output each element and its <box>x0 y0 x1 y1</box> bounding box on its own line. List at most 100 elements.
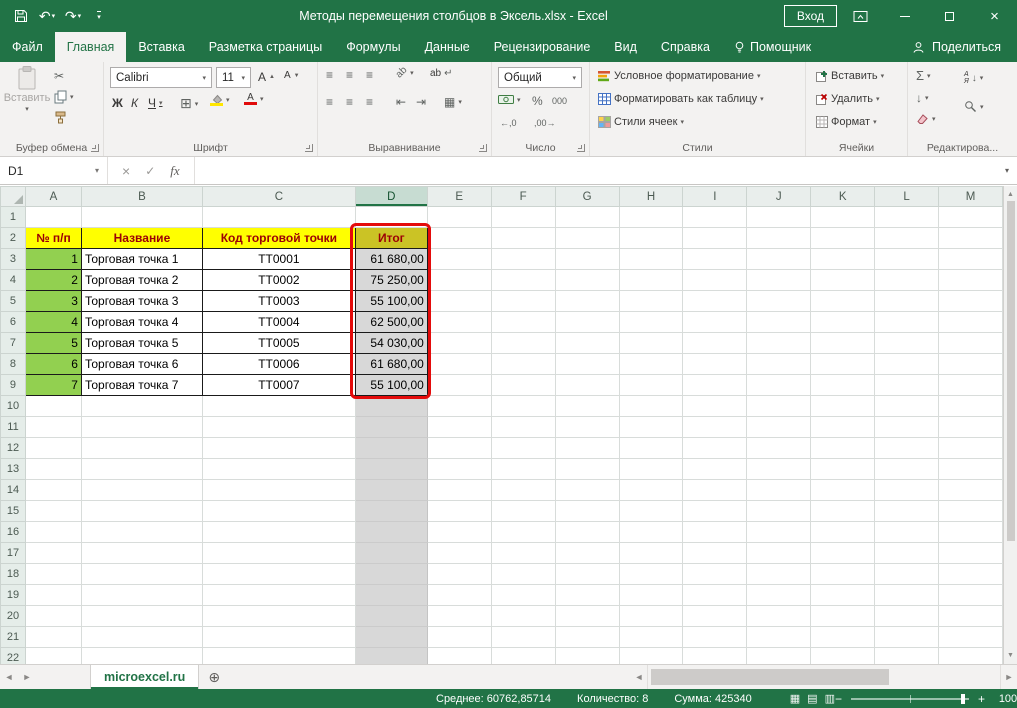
cell-I5[interactable] <box>683 291 747 312</box>
conditional-formatting-button[interactable]: Условное форматирование ▾ <box>598 70 760 82</box>
cell-D22[interactable] <box>355 648 427 665</box>
row-header-18[interactable]: 18 <box>1 564 26 585</box>
cell-F22[interactable] <box>491 648 555 665</box>
cell-B8[interactable]: Торговая точка 6 <box>81 354 202 375</box>
accounting-format-button[interactable]: ▾ <box>498 94 521 105</box>
wrap-text-button[interactable]: ab↵ <box>430 68 453 79</box>
cell-C7[interactable]: ТТ0005 <box>202 333 355 354</box>
normal-view-icon[interactable]: ▦ <box>790 692 800 705</box>
cell-I14[interactable] <box>683 480 747 501</box>
cell-M7[interactable] <box>939 333 1003 354</box>
cell-A5[interactable]: 3 <box>25 291 81 312</box>
cell-M9[interactable] <box>939 375 1003 396</box>
cell-A11[interactable] <box>25 417 81 438</box>
cell-I12[interactable] <box>683 438 747 459</box>
zoom-in-icon[interactable]: + <box>978 692 985 706</box>
cell-B5[interactable]: Торговая точка 3 <box>81 291 202 312</box>
cell-F21[interactable] <box>491 627 555 648</box>
row-header-17[interactable]: 17 <box>1 543 26 564</box>
row-header-5[interactable]: 5 <box>1 291 26 312</box>
cell-I21[interactable] <box>683 627 747 648</box>
cell-L9[interactable] <box>875 375 939 396</box>
cell-I15[interactable] <box>683 501 747 522</box>
align-left-button[interactable]: ≡ <box>326 95 333 109</box>
cut-button[interactable]: ✂ <box>54 69 64 83</box>
cell-E7[interactable] <box>427 333 491 354</box>
ribbon-tab[interactable]: Вставка <box>126 32 196 62</box>
cell-H16[interactable] <box>619 522 683 543</box>
cell-K22[interactable] <box>811 648 875 665</box>
cell-C10[interactable] <box>202 396 355 417</box>
cell-H11[interactable] <box>619 417 683 438</box>
cell-A20[interactable] <box>25 606 81 627</box>
cell-L3[interactable] <box>875 249 939 270</box>
cell-G9[interactable] <box>555 375 619 396</box>
cell-K3[interactable] <box>811 249 875 270</box>
cell-H21[interactable] <box>619 627 683 648</box>
cell-I10[interactable] <box>683 396 747 417</box>
clear-button[interactable]: ▾ <box>916 113 936 124</box>
cell-B2[interactable]: Название <box>81 228 202 249</box>
cell-H4[interactable] <box>619 270 683 291</box>
cell-I17[interactable] <box>683 543 747 564</box>
fill-button[interactable]: ↓▾ <box>916 91 929 105</box>
cell-M18[interactable] <box>939 564 1003 585</box>
cell-E6[interactable] <box>427 312 491 333</box>
cell-H9[interactable] <box>619 375 683 396</box>
cell-B19[interactable] <box>81 585 202 606</box>
cell-K7[interactable] <box>811 333 875 354</box>
row-header-1[interactable]: 1 <box>1 207 26 228</box>
cell-E8[interactable] <box>427 354 491 375</box>
column-header-H[interactable]: H <box>619 187 683 207</box>
cell-G10[interactable] <box>555 396 619 417</box>
row-header-11[interactable]: 11 <box>1 417 26 438</box>
cell-E9[interactable] <box>427 375 491 396</box>
cell-G3[interactable] <box>555 249 619 270</box>
cell-D10[interactable] <box>355 396 427 417</box>
cell-M21[interactable] <box>939 627 1003 648</box>
cell-C6[interactable]: ТТ0004 <box>202 312 355 333</box>
cell-J17[interactable] <box>747 543 811 564</box>
cell-D2[interactable]: Итог <box>355 228 427 249</box>
cell-A3[interactable]: 1 <box>25 249 81 270</box>
cell-G7[interactable] <box>555 333 619 354</box>
cell-F14[interactable] <box>491 480 555 501</box>
cell-G16[interactable] <box>555 522 619 543</box>
undo-dropdown-icon[interactable]: ▾ <box>52 12 56 20</box>
hscroll-right-icon[interactable]: ► <box>1001 665 1017 689</box>
cell-M3[interactable] <box>939 249 1003 270</box>
cell-D17[interactable] <box>355 543 427 564</box>
cell-D20[interactable] <box>355 606 427 627</box>
cell-K9[interactable] <box>811 375 875 396</box>
name-box-dropdown-icon[interactable]: ▾ <box>95 166 99 175</box>
cell-J19[interactable] <box>747 585 811 606</box>
cell-C1[interactable] <box>202 207 355 228</box>
cell-K11[interactable] <box>811 417 875 438</box>
cell-E20[interactable] <box>427 606 491 627</box>
column-header-C[interactable]: C <box>202 187 355 207</box>
cell-F11[interactable] <box>491 417 555 438</box>
cell-D6[interactable]: 62 500,00 <box>355 312 427 333</box>
cell-A6[interactable]: 4 <box>25 312 81 333</box>
cell-E14[interactable] <box>427 480 491 501</box>
cell-I20[interactable] <box>683 606 747 627</box>
cell-G15[interactable] <box>555 501 619 522</box>
cell-J7[interactable] <box>747 333 811 354</box>
cell-D5[interactable]: 55 100,00 <box>355 291 427 312</box>
cell-K21[interactable] <box>811 627 875 648</box>
cell-J5[interactable] <box>747 291 811 312</box>
cell-styles-button[interactable]: Стили ячеек ▾ <box>598 116 684 128</box>
cell-H2[interactable] <box>619 228 683 249</box>
cell-L11[interactable] <box>875 417 939 438</box>
cell-I3[interactable] <box>683 249 747 270</box>
align-middle-button[interactable]: ≡ <box>346 68 353 82</box>
cell-K6[interactable] <box>811 312 875 333</box>
cell-M19[interactable] <box>939 585 1003 606</box>
cell-F16[interactable] <box>491 522 555 543</box>
redo-dropdown-icon[interactable]: ▾ <box>78 12 82 20</box>
row-header-21[interactable]: 21 <box>1 627 26 648</box>
cell-K16[interactable] <box>811 522 875 543</box>
insert-cells-button[interactable]: Вставить ▾ <box>816 70 884 82</box>
cell-L22[interactable] <box>875 648 939 665</box>
save-button[interactable] <box>10 4 32 28</box>
